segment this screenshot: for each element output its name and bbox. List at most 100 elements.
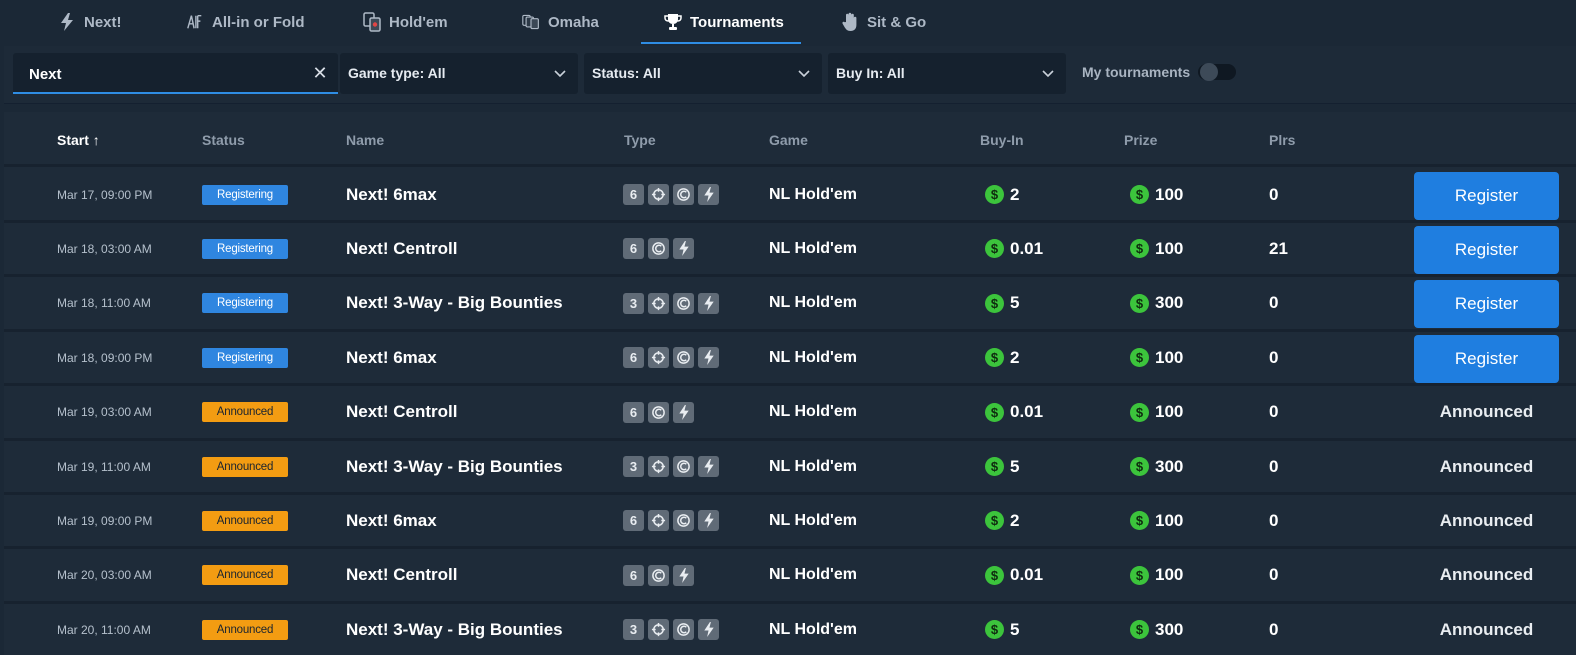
prize-cell: $300: [1130, 604, 1183, 655]
table-row[interactable]: Mar 19, 11:00 AM Announced Next! 3-Way - B…: [4, 441, 1576, 495]
buy-in-value: 2: [1010, 347, 1020, 367]
game-name: NL Hold'em: [769, 566, 857, 584]
column-header-game[interactable]: Game: [769, 132, 808, 148]
prize-cell: $100: [1130, 223, 1183, 274]
column-header-players[interactable]: Plrs: [1269, 132, 1295, 148]
prize-cell: $300: [1130, 278, 1183, 329]
players-count: 0: [1269, 619, 1279, 639]
bounty-icon: [673, 184, 694, 205]
game-name: NL Hold'em: [769, 457, 857, 475]
status-badge: Announced: [202, 402, 288, 423]
chevron-down-icon: [1042, 70, 1054, 78]
players-count: 0: [1269, 402, 1279, 422]
tab-next[interactable]: Next!: [58, 0, 122, 44]
table-row[interactable]: Mar 19, 03:00 AM Announced Next! Centroll 6…: [4, 386, 1576, 441]
column-header-start[interactable]: Start ↑: [57, 132, 100, 148]
game-type-select[interactable]: Game type: All: [340, 53, 578, 94]
lightning-icon: [698, 347, 719, 369]
tab-all-in-or-fold[interactable]: All-in or Fold: [186, 0, 304, 44]
dollar-coin-icon: $: [985, 348, 1004, 368]
search-box: ✕: [13, 53, 338, 94]
type-icons: 3: [623, 604, 719, 655]
table-size-badge: 6: [623, 347, 644, 369]
register-button[interactable]: Register: [1414, 225, 1559, 274]
toggle-knob: [1200, 63, 1219, 81]
game-type-label: Game type: All: [348, 65, 446, 81]
close-icon[interactable]: ✕: [310, 63, 330, 83]
status-cell: Registering: [202, 169, 288, 220]
lightning-icon: [698, 619, 719, 641]
dollar-coin-icon: $: [985, 185, 1004, 204]
tab-holdem[interactable]: Hold'em: [363, 0, 448, 44]
announced-label: Announced: [1439, 510, 1534, 530]
players-count: 0: [1269, 456, 1279, 476]
table-row[interactable]: Mar 18, 09:00 PM Registering Next! 6max 6 NL…: [4, 332, 1576, 387]
knockout-target-icon: [648, 292, 669, 314]
game-name: NL Hold'em: [769, 239, 857, 257]
tab-sit-and-go[interactable]: Sit & Go: [841, 0, 926, 44]
dollar-coin-icon: $: [985, 239, 1004, 259]
column-header-buy-in[interactable]: Buy-In: [980, 132, 1024, 148]
prize-cell: $100: [1130, 387, 1183, 438]
lightning-icon: [673, 401, 694, 423]
table-row[interactable]: Mar 18, 11:00 AM Registering Next! 3-Way -…: [4, 277, 1576, 332]
prize-cell: $100: [1130, 550, 1183, 601]
knockout-target-icon: [648, 347, 669, 369]
table-size-badge: 6: [623, 564, 644, 586]
search-input[interactable]: [29, 62, 289, 86]
column-header-type[interactable]: Type: [624, 132, 656, 148]
prize-value: 100: [1155, 347, 1184, 367]
column-header-prize[interactable]: Prize: [1124, 132, 1157, 148]
tab-omaha[interactable]: Omaha: [522, 0, 599, 44]
table-row[interactable]: Mar 17, 09:00 PM Registering Next! 6max 6 NL…: [4, 169, 1576, 223]
buy-in-cell: $0.01: [985, 550, 1043, 601]
column-header-name[interactable]: Name: [346, 132, 384, 148]
table-row[interactable]: Mar 20, 11:00 AM Announced Next! 3-Way - B…: [4, 604, 1576, 655]
buy-in-value: 5: [1010, 619, 1020, 639]
bounty-icon: [673, 347, 694, 369]
tab-tournaments[interactable]: Tournaments: [664, 0, 784, 44]
announced-label: Announced: [1439, 402, 1534, 422]
buy-in-select[interactable]: Buy In: All: [828, 53, 1066, 94]
dollar-coin-icon: $: [1130, 402, 1149, 422]
bounty-icon: [673, 292, 694, 314]
table-row[interactable]: Mar 19, 09:00 PM Announced Next! 6max 6 NL H…: [4, 495, 1576, 550]
status-label: Status: All: [592, 65, 661, 81]
tournament-name: Next! 6max: [346, 184, 437, 204]
knockout-target-icon: [648, 619, 669, 641]
table-row[interactable]: Mar 20, 03:00 AM Announced Next! Centroll 6…: [4, 549, 1576, 604]
action-cell: Register: [1414, 332, 1559, 383]
table-size-badge: 3: [623, 456, 644, 477]
buy-in-value: 2: [1010, 184, 1020, 204]
register-button[interactable]: Register: [1414, 171, 1559, 220]
game-name: NL Hold'em: [769, 185, 857, 203]
tournament-name: Next! Centroll: [346, 402, 458, 422]
buy-in-cell: $0.01: [985, 387, 1043, 438]
tournament-lobby: Next! All-in or Fold Hold'em Omaha Tourn…: [0, 0, 1576, 655]
my-tournaments-toggle[interactable]: [1198, 63, 1237, 81]
buy-in-label: Buy In: All: [836, 65, 905, 81]
register-button[interactable]: Register: [1414, 334, 1559, 383]
status-select[interactable]: Status: All: [584, 53, 822, 94]
status-cell: Announced: [202, 387, 288, 438]
table-size-badge: 6: [623, 238, 644, 260]
prize-value: 300: [1155, 619, 1184, 639]
action-cell: Register: [1414, 223, 1559, 274]
buy-in-value: 0.01: [1010, 565, 1044, 585]
tab-label: Tournaments: [690, 13, 784, 31]
tab-label: All-in or Fold: [212, 13, 305, 31]
active-tab-indicator: [641, 42, 801, 44]
column-header-status[interactable]: Status: [202, 132, 245, 148]
prize-cell: $100: [1130, 169, 1183, 220]
register-button[interactable]: Register: [1414, 280, 1559, 329]
dollar-coin-icon: $: [1130, 185, 1149, 204]
table-size-badge: 6: [623, 510, 644, 532]
dollar-coin-icon: $: [1130, 293, 1149, 313]
chevron-down-icon: [798, 70, 810, 78]
table-row[interactable]: Mar 18, 03:00 AM Registering Next! Centrol…: [4, 223, 1576, 278]
players-count: 0: [1269, 565, 1279, 585]
buy-in-value: 5: [1010, 293, 1020, 313]
players-count: 0: [1269, 347, 1279, 367]
tournament-name: Next! 3-Way - Big Bounties: [346, 456, 563, 476]
start-time: Mar 18, 09:00 PM: [57, 350, 153, 365]
